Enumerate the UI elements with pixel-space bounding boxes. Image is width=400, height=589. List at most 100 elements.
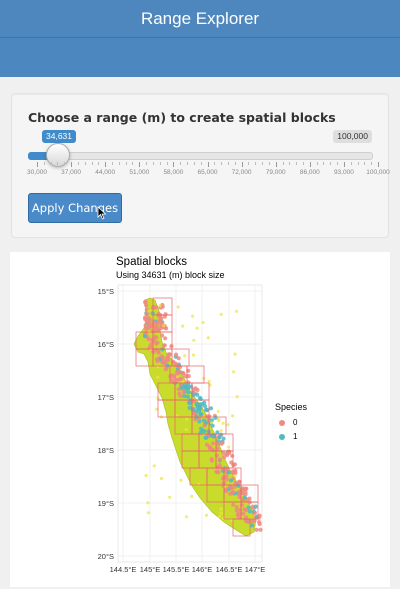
land-dot: [219, 511, 223, 515]
land-dot: [221, 517, 225, 521]
slider-max-badge: 100,000: [333, 130, 372, 143]
species-0-point: [174, 352, 179, 357]
species-0-point: [195, 387, 200, 393]
x-tick-label: 144.5°E: [110, 565, 137, 574]
slider-minor-tick: [227, 162, 229, 165]
land-dot: [192, 338, 196, 342]
slider-tick-label: 72,000: [231, 169, 252, 176]
land-dot: [184, 515, 189, 519]
land-dot: [226, 445, 231, 449]
slider-minor-tick: [64, 162, 66, 165]
species-0-point: [172, 373, 177, 378]
slider-minor-tick: [125, 162, 127, 165]
species-1-point: [201, 418, 206, 423]
species-0-point: [163, 359, 168, 364]
apply-changes-button[interactable]: Apply Changes: [28, 193, 122, 223]
slider-minor-tick: [43, 162, 45, 165]
land-dot: [181, 324, 185, 328]
species-1-point: [197, 407, 202, 412]
slider-tick-label: 58,000: [163, 169, 184, 176]
species-1-point: [186, 386, 191, 391]
slider-minor-tick: [118, 162, 120, 165]
species-0-point: [144, 330, 149, 335]
land-dot: [207, 379, 211, 383]
species-0-point: [220, 440, 225, 445]
range-label: Choose a range (m) to create spatial blo…: [28, 110, 336, 125]
slider-minor-tick: [159, 162, 161, 165]
land-dot: [190, 494, 194, 499]
land-dot: [176, 375, 180, 379]
slider-minor-tick: [323, 162, 325, 165]
species-0-point: [231, 490, 236, 495]
species-0-point: [181, 388, 186, 393]
species-0-point: [238, 507, 243, 513]
land-dot: [216, 409, 220, 413]
land-dot: [144, 473, 148, 478]
species-1-point: [253, 504, 258, 509]
species-0-point: [179, 376, 184, 381]
species-1-point: [185, 394, 190, 399]
slider-minor-tick: [330, 162, 332, 165]
land-dot: [235, 395, 239, 399]
species-0-point: [244, 508, 249, 513]
species-0-point: [154, 357, 159, 362]
species-1-point: [247, 509, 252, 514]
slider-minor-tick: [200, 162, 202, 165]
species-0-point: [169, 344, 174, 349]
species-1-point: [200, 428, 205, 433]
slider-tick: [139, 162, 141, 167]
slider-track[interactable]: [28, 152, 373, 160]
species-0-point: [204, 442, 210, 447]
species-0-point: [174, 363, 179, 368]
species-1-point: [204, 435, 209, 440]
slider-value-badge: 34,631: [42, 130, 76, 143]
land-dot: [185, 417, 189, 421]
species-0-point: [154, 347, 159, 352]
slider-tick-label: 30,000: [27, 169, 47, 176]
slider-minor-tick: [77, 162, 79, 165]
legend-dot-1: [279, 433, 285, 440]
y-tick-label: 16°S: [98, 340, 114, 349]
species-0-point: [239, 490, 244, 495]
species-1-point: [250, 523, 255, 528]
species-0-point: [210, 441, 216, 446]
land-dot: [233, 474, 237, 478]
slider-tick: [275, 162, 277, 167]
slider-minor-tick: [302, 162, 304, 165]
species-0-point: [177, 370, 182, 375]
species-0-point: [224, 489, 229, 494]
slider-minor-tick: [84, 162, 86, 165]
slider-ticks: 30,000 37,000 44,000 51,000 58,000 65,000 72,0…: [12, 162, 390, 182]
land-dot: [162, 324, 166, 328]
land-dot: [221, 421, 225, 425]
species-0-point: [163, 312, 168, 317]
slider-minor-tick: [234, 162, 236, 165]
land-dot: [219, 507, 223, 511]
plot-panel: Spatial blocks Using 34631 (m) block siz…: [10, 252, 390, 587]
mouse-cursor-icon: [97, 206, 107, 220]
species-0-point: [160, 355, 165, 360]
x-tick-label: 145°E: [140, 565, 161, 574]
land-dot: [233, 352, 237, 356]
legend-item-0: 0: [279, 418, 297, 427]
slider-minor-tick: [132, 162, 134, 165]
species-1-point: [242, 495, 247, 500]
slider-tick-label: 86,000: [299, 169, 320, 176]
species-1-point: [160, 347, 165, 352]
species-0-point: [144, 303, 149, 308]
slider-minor-tick: [98, 162, 100, 165]
slider-minor-tick: [57, 162, 59, 165]
slider-tick: [241, 162, 243, 167]
land-dot: [234, 309, 239, 313]
species-0-point: [234, 505, 239, 510]
species-0-point: [241, 511, 246, 516]
slider-minor-tick: [262, 162, 264, 165]
land-dot: [149, 347, 153, 352]
land-dot: [152, 464, 156, 468]
slider-tick-label: 44,000: [95, 169, 116, 176]
slider-minor-tick: [337, 162, 339, 165]
slider-minor-tick: [193, 162, 195, 165]
species-1-point: [195, 392, 200, 397]
species-1-point: [206, 429, 211, 434]
species-0-point: [167, 352, 172, 357]
